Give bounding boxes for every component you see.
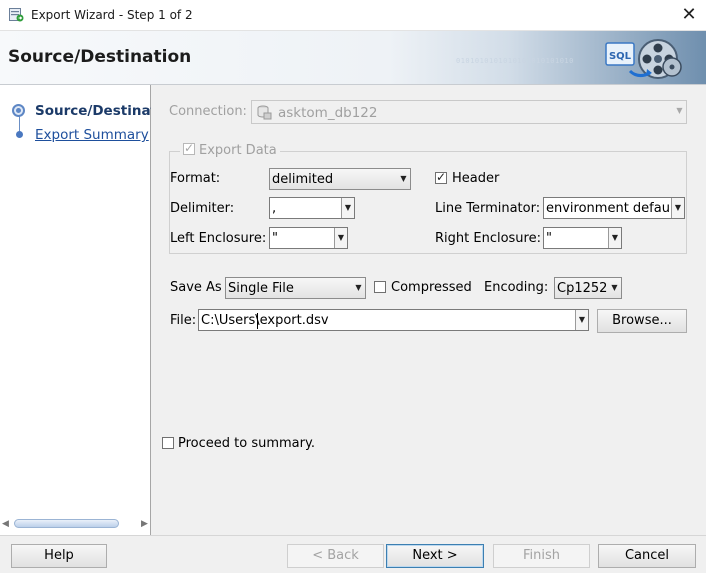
current-step-icon (12, 104, 25, 117)
back-button[interactable]: < Back (287, 544, 384, 568)
right-enclosure-value: " (546, 231, 552, 246)
database-connection-icon (257, 105, 272, 120)
wizard-header: Source/Destination 010101010101010101010… (0, 31, 706, 85)
chevron-down-icon: ▼ (334, 228, 347, 248)
cancel-button[interactable]: Cancel (598, 544, 696, 568)
chevron-down-icon: ▼ (575, 310, 588, 330)
header-label: Header (452, 171, 500, 186)
line-terminator-label: Line Terminator: (435, 201, 541, 216)
left-enclosure-value: " (272, 231, 278, 246)
chevron-down-icon: ▼ (608, 228, 621, 248)
chevron-down-icon: ▼ (611, 283, 618, 292)
proceed-to-summary-checkbox[interactable] (162, 437, 174, 449)
wizard-step-navigation: Source/Destination Export Summary ◀ ▶ (0, 85, 151, 535)
export-wizard-app-icon (9, 8, 24, 22)
line-terminator-combo[interactable]: environment default ▼ (543, 197, 685, 219)
step-bullet-icon (16, 131, 23, 138)
encoding-select[interactable]: Cp1252 ▼ (554, 277, 622, 299)
format-label: Format: (170, 171, 221, 186)
connection-label: Connection: (169, 104, 247, 119)
nav-step-source-destination[interactable]: Source/Destination (35, 103, 151, 119)
export-data-checkbox[interactable] (183, 141, 195, 155)
encoding-label: Encoding: (484, 280, 549, 295)
right-enclosure-combo[interactable]: " ▼ (543, 227, 622, 249)
help-button[interactable]: Help (11, 544, 107, 568)
sql-film-reel-icon: SQL (605, 39, 682, 79)
footer-divider (0, 535, 706, 536)
scroll-left-arrow-icon[interactable]: ◀ (2, 519, 9, 529)
connection-select[interactable]: asktom_db122 ▼ (251, 100, 687, 124)
browse-button[interactable]: Browse... (597, 309, 687, 333)
compressed-label: Compressed (391, 280, 472, 295)
window-title: Export Wizard - Step 1 of 2 (31, 8, 193, 22)
chevron-down-icon: ▼ (400, 174, 407, 183)
header-binary-decoration: 0101010101010101010101010 (456, 57, 574, 65)
chevron-down-icon: ▼ (671, 198, 684, 218)
scrollbar-thumb[interactable] (14, 519, 119, 528)
nav-horizontal-scrollbar[interactable]: ◀ ▶ (2, 517, 149, 531)
save-as-label: Save As (170, 280, 222, 295)
chevron-down-icon: ▼ (355, 283, 362, 292)
header-checkbox[interactable] (435, 170, 447, 184)
left-enclosure-label: Left Enclosure: (170, 231, 267, 246)
connection-value: asktom_db122 (278, 105, 378, 121)
proceed-to-summary-label: Proceed to summary. (178, 436, 315, 451)
save-as-value: Single File (228, 281, 294, 296)
next-button[interactable]: Next > (386, 544, 484, 568)
export-data-legend: Export Data (180, 141, 280, 158)
window-title-bar: Export Wizard - Step 1 of 2 ✕ (0, 0, 706, 31)
delimiter-combo[interactable]: , ▼ (269, 197, 355, 219)
chevron-down-icon: ▼ (341, 198, 354, 218)
file-label: File: (170, 313, 197, 328)
nav-step-export-summary[interactable]: Export Summary (35, 127, 149, 143)
right-enclosure-label: Right Enclosure: (435, 231, 541, 246)
format-select[interactable]: delimited ▼ (269, 168, 411, 190)
chevron-down-icon: ▼ (676, 106, 683, 115)
export-data-label: Export Data (199, 143, 277, 158)
delimiter-value: , (272, 201, 277, 216)
compressed-checkbox[interactable] (374, 281, 386, 293)
scroll-right-arrow-icon[interactable]: ▶ (141, 519, 148, 529)
save-as-select[interactable]: Single File ▼ (225, 277, 366, 299)
page-title: Source/Destination (8, 47, 192, 67)
encoding-value: Cp1252 (557, 281, 608, 296)
line-terminator-value: environment default (546, 201, 679, 216)
delimiter-label: Delimiter: (170, 201, 235, 216)
svg-text:SQL: SQL (609, 51, 632, 62)
close-icon[interactable]: ✕ (679, 4, 699, 26)
finish-button[interactable]: Finish (493, 544, 590, 568)
text-caret (257, 313, 258, 329)
left-enclosure-combo[interactable]: " ▼ (269, 227, 348, 249)
file-path-value: C:\Users\export.dsv (201, 313, 329, 328)
format-value: delimited (272, 172, 334, 187)
